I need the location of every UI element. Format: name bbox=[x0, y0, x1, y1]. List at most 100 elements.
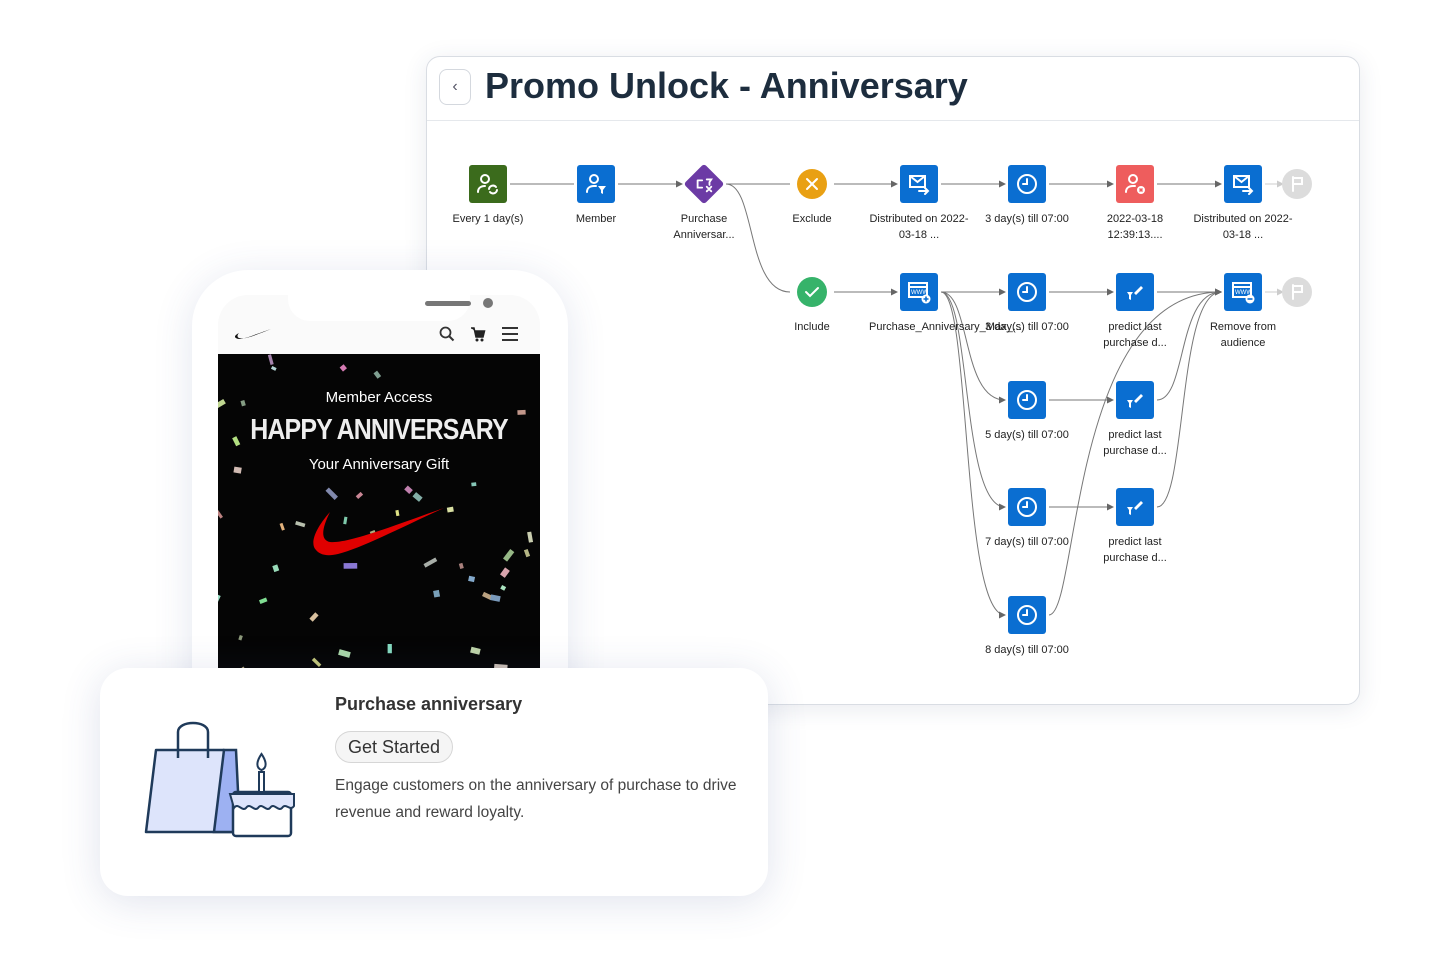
clock-icon bbox=[1017, 174, 1037, 194]
flow-node-label: Purchase Anniversar... bbox=[673, 213, 735, 241]
template-card[interactable]: Purchase anniversary Get Started Engage … bbox=[100, 668, 768, 896]
banner-headline: HAPPY ANNIVERSARY bbox=[250, 414, 508, 446]
flow-node-web[interactable]: WWW bbox=[900, 273, 938, 311]
flow-node-removeaud[interactable]: WWW bbox=[1224, 273, 1262, 311]
confetti-piece bbox=[325, 487, 338, 500]
card-title: Purchase anniversary bbox=[335, 694, 523, 714]
search-icon[interactable] bbox=[439, 326, 455, 342]
confetti-piece bbox=[311, 657, 322, 668]
store-navbar bbox=[218, 321, 540, 354]
flow-node-member[interactable] bbox=[577, 165, 615, 203]
flow-node-remove1[interactable] bbox=[1116, 165, 1154, 203]
confetti-piece bbox=[339, 364, 347, 372]
confetti-piece bbox=[270, 365, 277, 371]
user-remove-icon bbox=[1125, 174, 1145, 194]
confetti-piece bbox=[470, 646, 481, 655]
flow-node-end2[interactable] bbox=[1282, 277, 1312, 307]
flow-node-label: 3 day(s) till 07:00 bbox=[985, 321, 1069, 333]
cart-icon[interactable] bbox=[470, 326, 486, 342]
flow-node-exclude[interactable] bbox=[797, 169, 827, 199]
confetti-piece bbox=[373, 370, 382, 379]
confetti-piece bbox=[490, 594, 501, 602]
menu-icon[interactable] bbox=[501, 326, 519, 342]
confetti-piece bbox=[404, 485, 413, 495]
confetti-piece bbox=[272, 564, 280, 573]
confetti-piece bbox=[517, 409, 526, 415]
flow-node-pred3[interactable] bbox=[1116, 488, 1154, 526]
flow-node-label: 8 day(s) till 07:00 bbox=[985, 644, 1069, 656]
flow-node-every[interactable] bbox=[469, 165, 507, 203]
confetti-piece bbox=[523, 548, 531, 558]
web-remove-icon: WWW bbox=[1232, 282, 1255, 304]
confetti-piece bbox=[500, 584, 507, 591]
flow-node-label: Include bbox=[794, 321, 830, 333]
predict-icon bbox=[1127, 501, 1143, 515]
confetti-piece bbox=[412, 492, 423, 502]
clock-icon bbox=[1017, 282, 1037, 302]
confetti-piece bbox=[267, 354, 274, 366]
flow-node-pred2[interactable] bbox=[1116, 381, 1154, 419]
email-send-icon bbox=[909, 175, 930, 195]
confetti-piece bbox=[232, 436, 241, 447]
confetti-piece bbox=[471, 482, 477, 487]
phone-mockup: Member Access HAPPY ANNIVERSARY Your Ann… bbox=[192, 270, 568, 730]
user-refresh-icon bbox=[477, 174, 498, 195]
flow-node-label: Purchase_Anniversary_Max_... bbox=[869, 321, 1022, 333]
check-circle-icon bbox=[805, 287, 819, 298]
predict-icon bbox=[1127, 394, 1143, 408]
flag-icon bbox=[1292, 176, 1303, 192]
flow-node-wait7[interactable] bbox=[1008, 488, 1046, 526]
flow-node-wait5[interactable] bbox=[1008, 381, 1046, 419]
flow-node-label: 7 day(s) till 07:00 bbox=[985, 536, 1069, 548]
anniversary-banner: Member Access HAPPY ANNIVERSARY Your Ann… bbox=[218, 354, 540, 674]
flow-connector bbox=[940, 291, 1006, 404]
flow-node-wait1[interactable] bbox=[1008, 165, 1046, 203]
web-add-icon: WWW bbox=[908, 282, 931, 304]
flow-node-label: Remove from audience bbox=[1209, 321, 1277, 349]
flow-node-label: 2022-03-18 12:39:13.... bbox=[1106, 213, 1164, 241]
card-description: Engage customers on the anniversary of p… bbox=[335, 777, 737, 821]
confetti-piece bbox=[309, 612, 319, 622]
flow-node-pred1[interactable] bbox=[1116, 273, 1154, 311]
confetti-piece bbox=[458, 562, 464, 570]
get-started-button[interactable]: Get Started bbox=[335, 731, 454, 763]
flow-node-dist2[interactable] bbox=[1224, 165, 1262, 203]
shopping-bag-cake-icon bbox=[144, 721, 295, 838]
confetti-piece bbox=[295, 521, 306, 528]
flow-node-label: Exclude bbox=[792, 213, 832, 225]
phone-screen: Member Access HAPPY ANNIVERSARY Your Ann… bbox=[218, 295, 540, 715]
flow-node-label: Distributed on 2022-03-18 ... bbox=[869, 213, 969, 241]
email-send-icon bbox=[1233, 175, 1254, 195]
split-filter-icon bbox=[696, 178, 714, 193]
x-circle-icon bbox=[806, 178, 818, 190]
confetti-piece bbox=[258, 597, 268, 604]
confetti-piece bbox=[343, 562, 358, 569]
flow-node-end1[interactable] bbox=[1282, 169, 1312, 199]
flow-node-label: Distributed on 2022-03-18 ... bbox=[1193, 213, 1293, 241]
confetti-piece bbox=[218, 593, 221, 604]
nike-logo-icon bbox=[235, 329, 271, 339]
flow-node-dist1[interactable] bbox=[900, 165, 938, 203]
flow-node-wait3[interactable] bbox=[1008, 273, 1046, 311]
flow-node-label: predict last purchase d... bbox=[1103, 429, 1167, 457]
flow-node-include[interactable] bbox=[797, 277, 827, 307]
confetti-piece bbox=[338, 649, 351, 658]
flow-node-wait8[interactable] bbox=[1008, 596, 1046, 634]
flow-node-label: Member bbox=[575, 213, 617, 225]
confetti-piece bbox=[423, 557, 438, 568]
confetti-piece bbox=[433, 589, 441, 598]
confetti-piece bbox=[387, 643, 392, 654]
confetti-piece bbox=[218, 509, 223, 519]
confetti-piece bbox=[527, 531, 534, 543]
clock-icon bbox=[1017, 605, 1037, 625]
clock-icon bbox=[1017, 390, 1037, 410]
flow-node-label: 5 day(s) till 07:00 bbox=[985, 429, 1069, 441]
nike-swoosh-icon bbox=[313, 508, 444, 556]
confetti-piece bbox=[355, 491, 364, 500]
flow-node-label: Every 1 day(s) bbox=[452, 213, 524, 225]
confetti-piece bbox=[238, 634, 243, 641]
user-filter-icon bbox=[586, 174, 606, 194]
flow-node-label: 3 day(s) till 07:00 bbox=[985, 213, 1069, 225]
confetti-piece bbox=[500, 567, 510, 578]
flow-connector bbox=[940, 291, 1006, 619]
